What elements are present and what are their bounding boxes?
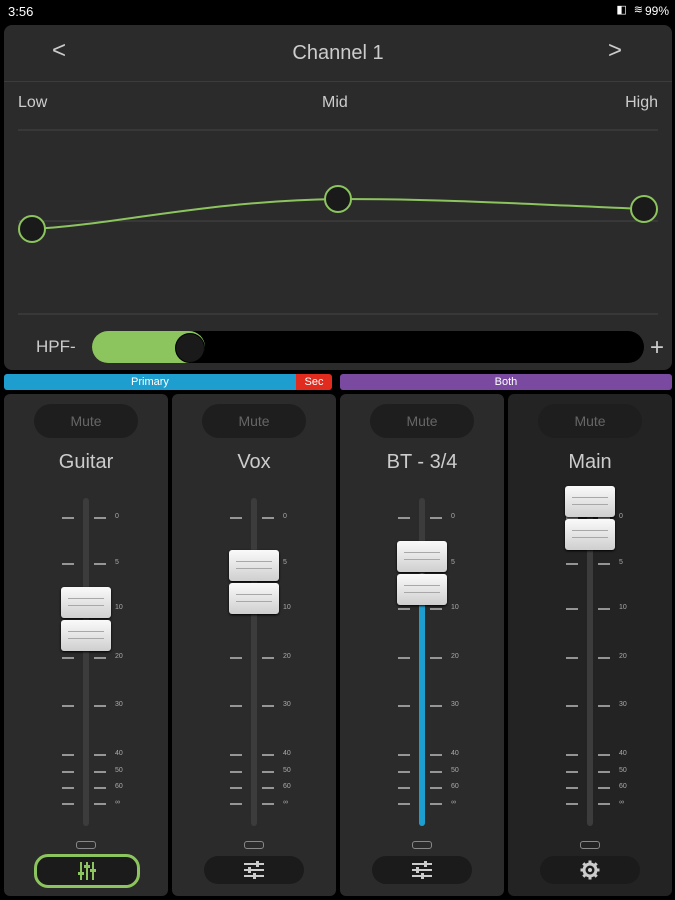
scale-label: 10 xyxy=(283,604,291,611)
scale-label: 5 xyxy=(619,559,623,566)
scale-label: 10 xyxy=(451,604,459,611)
scale-label: 50 xyxy=(451,767,459,774)
bus-sec[interactable]: Sec xyxy=(296,374,332,390)
eq-handle-low[interactable] xyxy=(18,215,46,243)
scale-label: 20 xyxy=(619,653,627,660)
fader-handle[interactable] xyxy=(565,486,615,550)
link-indicator xyxy=(580,841,600,849)
eq-panel: < Channel 1 > Low Mid High HPF- + xyxy=(4,25,672,370)
fader-track[interactable] xyxy=(251,498,257,826)
channel-settings-button[interactable] xyxy=(204,856,304,884)
scale-label: 60 xyxy=(115,783,123,790)
scale-label: 30 xyxy=(115,701,123,708)
scale-label: 10 xyxy=(115,604,123,611)
sliders-icon xyxy=(412,861,432,879)
scale-label: 60 xyxy=(619,783,627,790)
eq-handle-high[interactable] xyxy=(630,195,658,223)
faders-icon xyxy=(78,862,96,880)
hpf-minus-button[interactable]: - xyxy=(70,337,76,356)
scale-label: 30 xyxy=(283,701,291,708)
fader-handle[interactable] xyxy=(61,586,111,651)
status-icons: ◧ ≋ xyxy=(616,4,645,16)
settings-button[interactable] xyxy=(540,856,640,884)
scale-label: 0 xyxy=(451,513,455,520)
channel-settings-button[interactable] xyxy=(34,854,140,888)
scale-label: 20 xyxy=(115,653,123,660)
scale-label: 40 xyxy=(619,750,627,757)
scale-label: 5 xyxy=(451,559,455,566)
scale-label: 30 xyxy=(451,701,459,708)
scale-label: 30 xyxy=(619,701,627,708)
fader-handle[interactable] xyxy=(397,541,447,605)
scale-label: 0 xyxy=(283,513,287,520)
link-indicator xyxy=(76,841,96,849)
bus-primary[interactable]: Primary xyxy=(4,374,296,390)
link-indicator xyxy=(412,841,432,849)
hpf-slider-handle[interactable] xyxy=(174,333,205,363)
eq-handle-mid[interactable] xyxy=(324,185,352,213)
channel-strip: Mute Vox 0 5 10 20 30 40 50 60 ∞ xyxy=(172,394,336,896)
status-bar: 3:56 ◧ ≋ 99% xyxy=(0,0,675,24)
scale-label: 5 xyxy=(283,559,287,566)
channel-strip: Mute Main 0 5 10 20 30 40 50 60 ∞ xyxy=(508,394,672,896)
gear-icon xyxy=(580,860,600,880)
scale-label: 50 xyxy=(619,767,627,774)
hpf-slider[interactable] xyxy=(92,331,644,363)
scale-label: 10 xyxy=(619,604,627,611)
battery-level: 99% xyxy=(644,4,669,18)
scale-label: 0 xyxy=(619,513,623,520)
scale-label: 0 xyxy=(115,513,119,520)
channel-strip: Mute BT - 3/4 0 5 10 20 30 40 50 60 ∞ xyxy=(340,394,504,896)
eq-graph xyxy=(18,129,658,315)
bus-both[interactable]: Both xyxy=(340,374,672,390)
clock: 3:56 xyxy=(8,4,34,19)
fader-handle[interactable] xyxy=(229,550,279,614)
sliders-icon xyxy=(244,861,264,879)
scale-label: ∞ xyxy=(619,799,624,806)
scale-label: 20 xyxy=(451,653,459,660)
scale-label: 40 xyxy=(115,750,123,757)
channel-settings-button[interactable] xyxy=(372,856,472,884)
fader-track[interactable] xyxy=(83,498,89,826)
scale-label: 40 xyxy=(283,750,291,757)
scale-label: 50 xyxy=(115,767,123,774)
link-indicator xyxy=(244,841,264,849)
scale-label: 60 xyxy=(451,783,459,790)
scale-label: ∞ xyxy=(451,799,456,806)
channel-strip: Mute Guitar 0 5 10 20 30 40 50 60 ∞ xyxy=(4,394,168,896)
scale-label: 20 xyxy=(283,653,291,660)
scale-label: ∞ xyxy=(115,799,120,806)
fader-level-meter xyxy=(419,573,425,826)
scale-label: 60 xyxy=(283,783,291,790)
scale-label: 40 xyxy=(451,750,459,757)
hpf-label: HPF- xyxy=(36,337,76,356)
hpf-plus-button[interactable]: + xyxy=(650,334,664,362)
scale-label: 5 xyxy=(115,559,119,566)
scale-label: 50 xyxy=(283,767,291,774)
scale-label: ∞ xyxy=(283,799,288,806)
